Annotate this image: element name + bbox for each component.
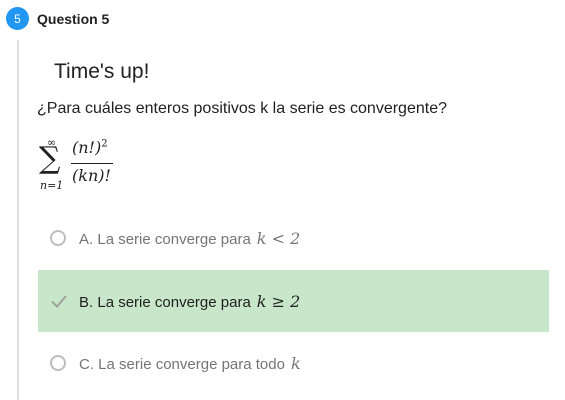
question-rail-divider [17,40,19,400]
sigma-symbol: ∑ [39,141,61,176]
numerator-base: (n!) [72,138,102,157]
answer-option-b[interactable]: B. La serie converge para k ≥ 2 [38,270,549,332]
option-c-label: C. La serie converge para todo k [79,354,301,373]
option-b-letter: B. [79,293,94,311]
option-a-letter: A. [79,230,94,248]
fraction-numerator: (n!)2 [72,138,108,157]
radio-button-a[interactable] [50,230,66,246]
radio-button-c[interactable] [50,355,66,371]
fraction-denominator: (kn)! [72,166,111,185]
question-title: Question 5 [37,11,110,27]
option-b-label: B. La serie converge para k ≥ 2 [79,292,300,311]
option-c-letter: C. [79,355,94,373]
question-number-badge: 5 [6,7,29,30]
timer-status: Time's up! [54,60,150,83]
answer-option-a[interactable]: A. La serie converge para k < 2 [38,207,549,269]
option-a-label: A. La serie converge para k < 2 [79,229,300,248]
fraction-bar [71,163,113,164]
question-prompt: ¿Para cuáles enteros positivos k la seri… [37,100,447,117]
option-c-math: k [290,353,301,373]
option-b-math: k ≥ 2 [256,291,301,311]
numerator-exponent: 2 [101,138,108,150]
option-c-text: La serie converge para todo [98,355,285,373]
sum-lower-limit: n=1 [40,179,64,192]
option-b-text: La serie converge para [97,293,251,311]
answer-option-c[interactable]: C. La serie converge para todo k [38,332,549,394]
checkmark-icon [51,295,67,308]
option-a-math: k < 2 [256,228,301,248]
option-a-text: La serie converge para [97,230,251,248]
